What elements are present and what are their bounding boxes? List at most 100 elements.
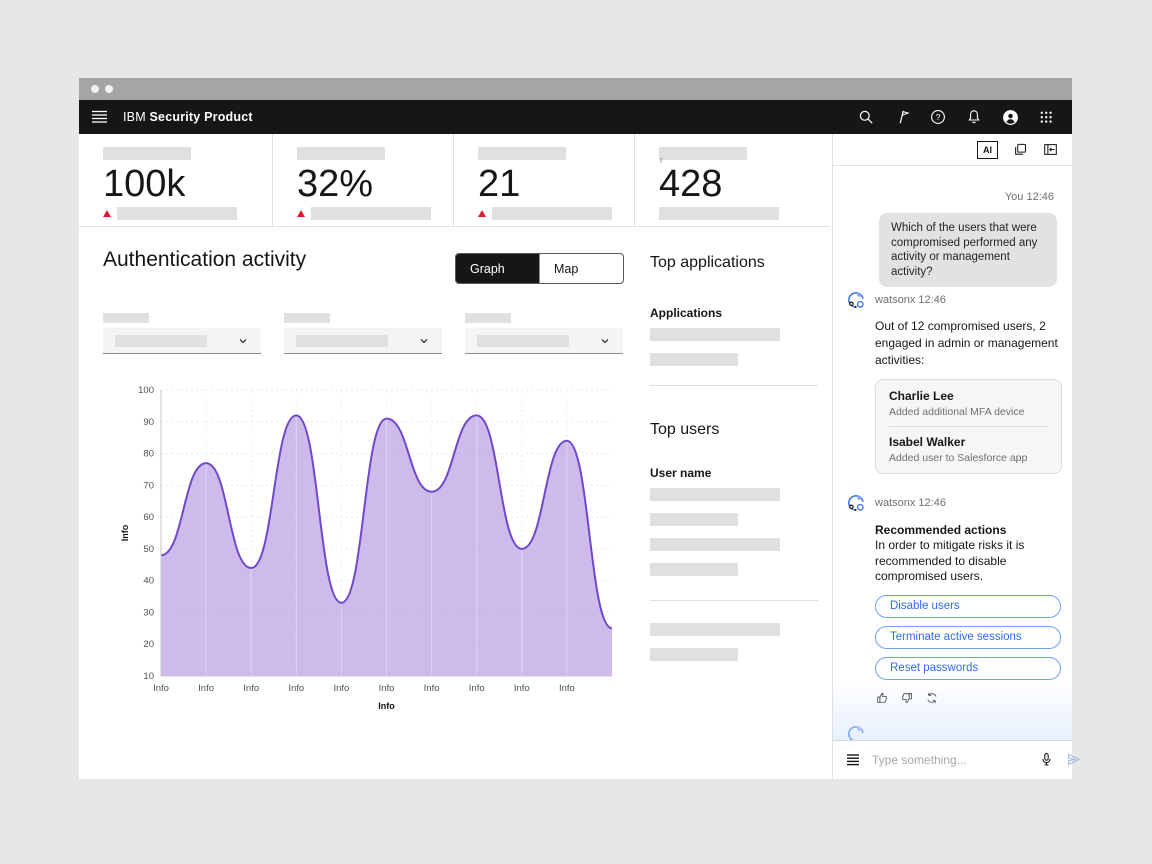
user-avatar-button[interactable]	[992, 100, 1028, 134]
terminate-sessions-button[interactable]: Terminate active sessions	[875, 626, 1061, 649]
kpi-card-1: 100k	[79, 134, 273, 226]
menu-button[interactable]	[79, 100, 119, 134]
user-message-meta: You 12:46	[1005, 191, 1054, 203]
filter-dropdown-2[interactable]	[284, 328, 442, 354]
message-time: 12:46	[918, 294, 946, 306]
kpi-value: 100k	[103, 164, 185, 204]
app-title: IBM Security Product	[123, 110, 253, 124]
collapse-panel-button[interactable]	[1043, 142, 1058, 157]
dropdown-value-skeleton	[115, 335, 207, 347]
copy-button[interactable]	[1013, 142, 1028, 157]
filter-label-skeleton	[103, 313, 149, 323]
bot-message-text: In order to mitigate risks it is recomme…	[875, 538, 1065, 585]
user-message-bubble: Which of the users that were compromised…	[879, 213, 1057, 287]
thumbs-down-button[interactable]	[900, 691, 914, 705]
filter-dropdown-1[interactable]	[103, 328, 261, 354]
notifications-button[interactable]	[956, 100, 992, 134]
application-row-skeleton	[650, 328, 780, 341]
dropdown-value-skeleton	[296, 335, 388, 347]
person-name: Isabel Walker	[889, 435, 1048, 449]
svg-text:70: 70	[143, 480, 154, 491]
recommended-actions-title: Recommended actions	[875, 523, 1062, 537]
chat-panel-header: AI	[833, 134, 1072, 166]
kpi-label-skeleton	[478, 147, 566, 160]
svg-text:Info: Info	[288, 683, 304, 694]
app-switcher-button[interactable]	[1028, 100, 1064, 134]
chevron-down-icon	[418, 335, 430, 347]
kpi-label-skeleton	[297, 147, 385, 160]
graph-map-switcher: Graph Map	[455, 253, 624, 284]
svg-text:90: 90	[143, 417, 154, 428]
divider	[650, 600, 818, 601]
reset-passwords-button[interactable]: Reset passwords	[875, 657, 1061, 680]
input-menu-button[interactable]	[846, 753, 860, 766]
tab-graph[interactable]: Graph	[456, 254, 539, 283]
user-name-column-header: User name	[650, 466, 818, 480]
compromised-users-card: Charlie Lee Added additional MFA device …	[875, 379, 1062, 474]
collapse-panel-icon	[1043, 142, 1058, 157]
help-button[interactable]: ?	[920, 100, 956, 134]
user-row-skeleton	[650, 623, 780, 636]
microphone-button[interactable]	[1039, 752, 1054, 767]
user-row-skeleton	[650, 513, 738, 526]
message-author: watsonx	[875, 497, 915, 509]
search-button[interactable]	[848, 100, 884, 134]
svg-text:Info: Info	[120, 524, 130, 541]
trend-up-icon	[103, 210, 111, 217]
disable-users-button[interactable]: Disable users	[875, 595, 1061, 618]
svg-text:Info: Info	[333, 683, 349, 694]
kpi-value: 428	[659, 164, 722, 204]
regenerate-icon	[925, 691, 939, 705]
svg-text:60: 60	[143, 512, 154, 523]
svg-text:Info: Info	[243, 683, 259, 694]
main-content: 100k 32% 21 r 428 Authentication activit…	[79, 134, 832, 779]
svg-text:40: 40	[143, 576, 154, 587]
kpi-value: 32%	[297, 164, 373, 204]
app-header: IBM Security Product ?	[79, 100, 1072, 134]
ai-badge[interactable]: AI	[977, 141, 998, 159]
kpi-trend-skeleton	[117, 207, 237, 220]
thumbs-up-button[interactable]	[875, 691, 889, 705]
user-row-skeleton	[650, 648, 738, 661]
user-row-skeleton	[650, 563, 738, 576]
chevron-down-icon	[599, 335, 611, 347]
tab-map[interactable]: Map	[539, 254, 623, 283]
svg-text:50: 50	[143, 544, 154, 555]
svg-text:Info: Info	[378, 701, 395, 711]
kpi-card-3: 21	[454, 134, 635, 226]
regenerate-button[interactable]	[925, 691, 939, 705]
kpi-trend-skeleton	[492, 207, 612, 220]
svg-text:Info: Info	[469, 683, 485, 694]
chat-text-input[interactable]	[872, 753, 1027, 767]
window-dot-1[interactable]	[91, 85, 99, 93]
person-detail: Added user to Salesforce app	[889, 452, 1048, 464]
auth-area-chart: 102030405060708090100InfoInfoInfoInfoInf…	[119, 378, 624, 718]
kpi-label-skeleton	[103, 147, 191, 160]
kpi-trend	[297, 207, 431, 220]
kpi-card-2: 32%	[273, 134, 454, 226]
svg-text:?: ?	[936, 112, 941, 122]
overflow-menu-icon	[846, 753, 860, 766]
app-window: IBM Security Product ?	[79, 78, 1072, 779]
message-time: 12:46	[1026, 191, 1054, 203]
person-name: Charlie Lee	[889, 389, 1048, 403]
message-time: 12:46	[918, 497, 946, 509]
kpi-trend	[103, 207, 237, 220]
filter-dropdown-3[interactable]	[465, 328, 623, 354]
person-detail: Added additional MFA device	[889, 406, 1048, 418]
brand-name: Security Product	[150, 110, 253, 124]
filter-label-skeleton	[284, 313, 330, 323]
signpost-icon	[894, 109, 910, 125]
chat-messages: You 12:46 Which of the users that were c…	[833, 166, 1072, 740]
svg-text:Info: Info	[198, 683, 214, 694]
svg-text:10: 10	[143, 671, 154, 682]
send-button[interactable]	[1066, 752, 1081, 767]
svg-text:Info: Info	[424, 683, 440, 694]
bot-message-meta: watsonx 12:46	[875, 294, 946, 306]
brand-prefix: IBM	[123, 110, 146, 124]
app-switcher-icon	[1039, 110, 1053, 124]
feedback-row	[875, 691, 1062, 705]
svg-text:Info: Info	[153, 683, 169, 694]
signpost-button[interactable]	[884, 100, 920, 134]
window-dot-2[interactable]	[105, 85, 113, 93]
